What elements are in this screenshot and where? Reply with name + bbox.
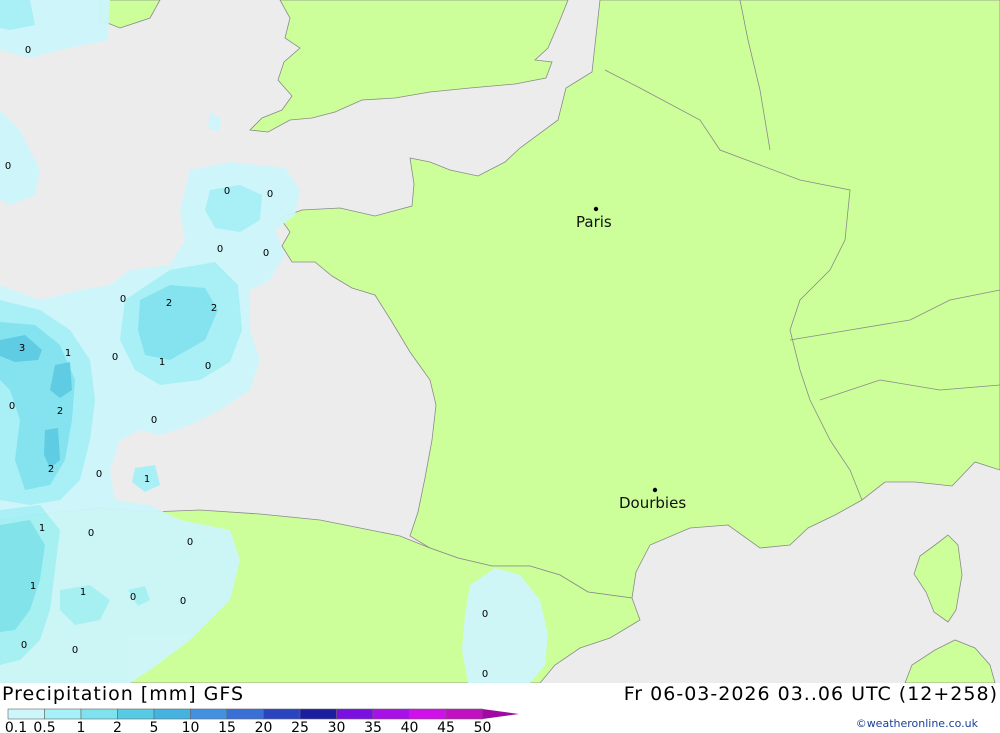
- legend-swatch: [117, 708, 155, 720]
- precip-value-label: 1: [80, 587, 86, 598]
- legend-label: 25: [291, 720, 309, 733]
- precip-value-label: 0: [482, 609, 488, 620]
- precip-value-label: 2: [57, 406, 63, 417]
- precip-value-label: 1: [39, 523, 45, 534]
- legend-swatch: [445, 708, 483, 720]
- legend-swatch: [226, 708, 264, 720]
- legend-label: 5: [150, 720, 159, 733]
- precip-value-label: 0: [21, 640, 27, 651]
- legend-label: 35: [364, 720, 382, 733]
- precip-value-label: 0: [224, 186, 230, 197]
- legend-swatch: [7, 708, 45, 720]
- dourbies-label: Dourbies: [619, 494, 686, 512]
- legend-label: 50: [474, 720, 492, 733]
- legend-label: 1: [77, 720, 86, 733]
- paris-marker-icon: [593, 206, 599, 212]
- legend-swatch: [409, 708, 447, 720]
- precip-value-label: 1: [144, 474, 150, 485]
- precip-value-label: 0: [267, 189, 273, 200]
- legend-label: 10: [182, 720, 200, 733]
- precip-value-label: 0: [5, 161, 11, 172]
- legend-label: 45: [437, 720, 455, 733]
- precip-value-label: 1: [30, 581, 36, 592]
- legend-label: 2: [113, 720, 122, 733]
- precip-value-label: 0: [187, 537, 193, 548]
- precip-value-label: 0: [9, 401, 15, 412]
- credit-link[interactable]: ©weatheronline.co.uk: [856, 717, 978, 730]
- legend-label: 0.5: [33, 720, 55, 733]
- precip-value-label: 0: [25, 45, 31, 56]
- precip-value-label: 0: [180, 596, 186, 607]
- valid-time: Fr 06-03-2026 03..06 UTC (12+258): [623, 683, 998, 705]
- precip-value-label: 0: [120, 294, 126, 305]
- precip-value-label: 0: [72, 645, 78, 656]
- precip-value-label: 0: [482, 669, 488, 680]
- legend-label: 15: [218, 720, 236, 733]
- dourbies-marker-icon: [652, 487, 658, 493]
- chart-title: Precipitation [mm] GFS: [2, 683, 245, 705]
- precip-value-label: 0: [112, 352, 118, 363]
- precip-value-label: 0: [88, 528, 94, 539]
- legend-swatch-arrow: [482, 709, 519, 719]
- precip-value-label: 3: [19, 343, 25, 354]
- precip-value-label: 0: [151, 415, 157, 426]
- legend-swatch: [153, 708, 191, 720]
- legend-label: 30: [328, 720, 346, 733]
- legend-label: 40: [401, 720, 419, 733]
- paris-label: Paris: [576, 213, 612, 231]
- precip-value-label: 0: [130, 592, 136, 603]
- legend-swatch: [80, 708, 118, 720]
- precip-value-label: 1: [159, 357, 165, 368]
- legend-swatch: [299, 708, 337, 720]
- footer: Precipitation [mm] GFS Fr 06-03-2026 03.…: [0, 683, 1000, 733]
- legend-swatch: [372, 708, 410, 720]
- precip-value-label: 0: [263, 248, 269, 259]
- legend-swatch: [336, 708, 374, 720]
- precip-value-label: 0: [96, 469, 102, 480]
- precip-value-label: 0: [217, 244, 223, 255]
- precip-value-label: 2: [211, 303, 217, 314]
- legend-swatch: [44, 708, 82, 720]
- precip-value-label: 2: [48, 464, 54, 475]
- precip-value-label: 2: [166, 298, 172, 309]
- legend-label: 0.1: [5, 720, 27, 733]
- legend-label: 20: [255, 720, 273, 733]
- precipitation-map: Paris Dourbies 0 0 0 0 0 0 2 2 0 3 1 0 1 0 0 2 0 2 0 1 1 0 0 1 1…: [0, 0, 1000, 684]
- legend-swatch: [190, 708, 228, 720]
- precip-value-label: 0: [205, 361, 211, 372]
- legend: 0.1 0.5 1 2 5 10 15 20 25 30 35 40 45 50: [5, 708, 519, 733]
- precip-value-label: 1: [65, 348, 71, 359]
- legend-swatch: [263, 708, 301, 720]
